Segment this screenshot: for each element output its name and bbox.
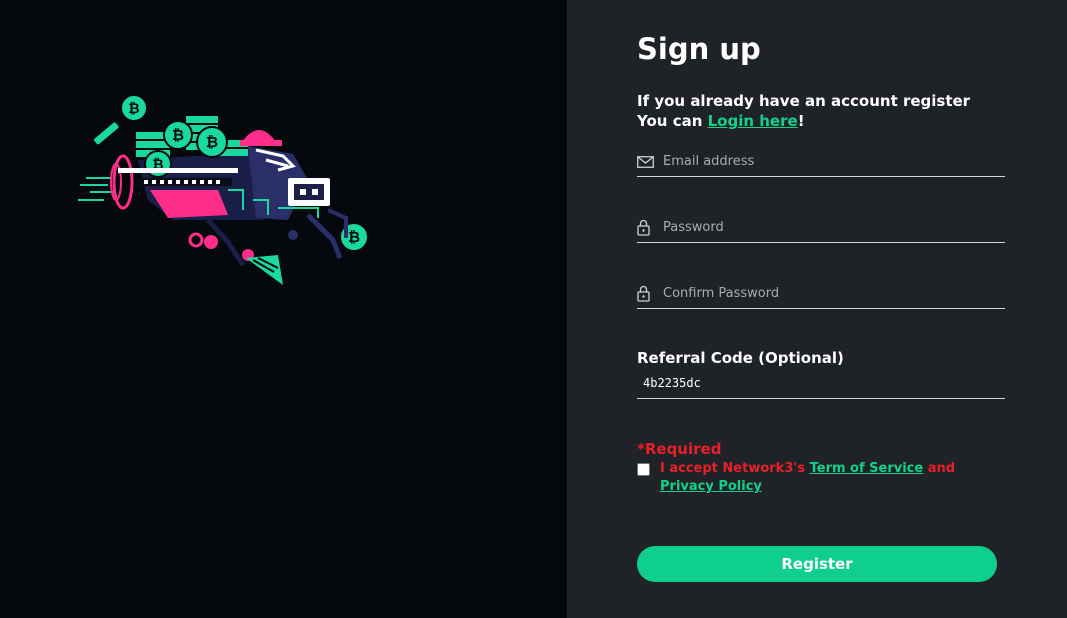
intro-line: If you already have an account register xyxy=(637,92,971,110)
terms-and: and xyxy=(923,461,956,476)
referral-code-input[interactable]: 4b2235dc xyxy=(637,372,1005,399)
signup-panel: Sign up If you already have an account r… xyxy=(567,0,1067,618)
lock-icon xyxy=(637,219,663,236)
svg-text:₿: ₿ xyxy=(206,133,218,151)
svg-text:₿: ₿ xyxy=(128,101,139,117)
confirm-password-field[interactable]: Confirm Password xyxy=(637,279,1005,309)
login-suffix: ! xyxy=(797,112,805,130)
terms-of-service-link[interactable]: Term of Service xyxy=(810,461,924,476)
confirm-password-placeholder: Confirm Password xyxy=(663,286,780,301)
mining-machine-illustration: ₿ ₿ ₿ ₿ ₿ xyxy=(78,94,369,285)
referral-code-value: 4b2235dc xyxy=(643,376,701,390)
lock-icon xyxy=(637,285,663,302)
terms-text: I accept Network3's Term of Service and … xyxy=(660,460,1005,496)
login-line: You can Login here! xyxy=(637,111,970,131)
svg-text:₿: ₿ xyxy=(172,126,184,144)
required-note: *Required xyxy=(637,440,722,458)
password-placeholder: Password xyxy=(663,220,724,235)
login-link[interactable]: Login here xyxy=(708,112,798,130)
referral-code-label: Referral Code (Optional) xyxy=(637,349,844,367)
register-button[interactable]: Register xyxy=(637,546,997,582)
svg-text:₿: ₿ xyxy=(348,228,360,246)
login-prefix: You can xyxy=(637,112,708,130)
envelope-icon xyxy=(637,155,663,168)
login-prompt: If you already have an account register … xyxy=(637,91,970,131)
password-field[interactable]: Password xyxy=(637,213,1005,243)
terms-checkbox[interactable] xyxy=(637,463,650,476)
page-title: Sign up xyxy=(637,32,761,66)
email-placeholder: Email address xyxy=(663,154,755,169)
privacy-policy-link[interactable]: Privacy Policy xyxy=(660,479,762,494)
bitcoin-icon: ₿ xyxy=(120,94,148,122)
left-panel: ₿ ₿ ₿ ₿ ₿ xyxy=(0,0,567,618)
email-field[interactable]: Email address xyxy=(637,147,1005,177)
terms-prefix: I accept Network3's xyxy=(660,461,810,476)
